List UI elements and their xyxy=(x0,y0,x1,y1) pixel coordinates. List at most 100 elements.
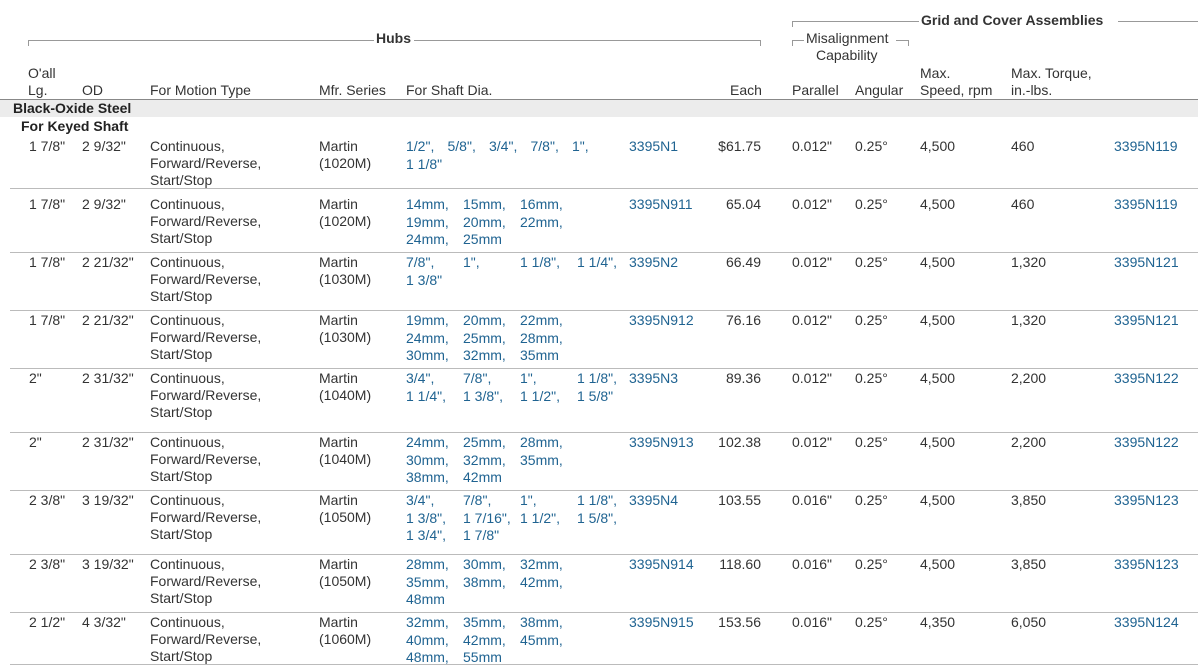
shaft-diameter-link[interactable]: 16mm, xyxy=(520,196,563,214)
shaft-diameter-link[interactable]: 7/8", xyxy=(531,138,559,156)
shaft-diameter-link[interactable]: 32mm, xyxy=(520,556,563,574)
shaft-diameter-link[interactable]: 1 1/8", xyxy=(520,254,560,272)
hub-part-number-link[interactable]: 3395N2 xyxy=(629,254,678,271)
shaft-diameter-link[interactable]: 1 3/8", xyxy=(406,510,446,528)
hub-part-number-link[interactable]: 3395N911 xyxy=(629,196,693,213)
hub-part-number-link[interactable]: 3395N913 xyxy=(629,434,694,451)
grid-part-number-link[interactable]: 3395N121 xyxy=(1114,254,1179,271)
grid-part-number-link[interactable]: 3395N122 xyxy=(1114,370,1179,387)
shaft-diameter-link[interactable]: 20mm, xyxy=(463,214,506,232)
shaft-diameter-link[interactable]: 24mm, xyxy=(406,330,449,348)
hub-part-number-link[interactable]: 3395N4 xyxy=(629,492,678,509)
shaft-diameter-link[interactable]: 35mm xyxy=(520,347,559,365)
shaft-diameter-link[interactable]: 1 1/4", xyxy=(406,388,446,406)
shaft-diameter-link[interactable]: 1/2", xyxy=(406,138,434,156)
shaft-diameter-value: 1" xyxy=(572,138,585,154)
shaft-diameter-value: 7/8" xyxy=(463,492,488,508)
shaft-diameter-link[interactable]: 1 5/8" xyxy=(577,388,613,406)
shaft-diameter-link[interactable]: 30mm, xyxy=(406,347,449,365)
shaft-diameter-link[interactable]: 1 1/8", xyxy=(577,370,617,388)
shaft-diameter-link[interactable]: 1 3/8" xyxy=(406,272,442,290)
shaft-diameter-link[interactable]: 3/4", xyxy=(489,138,517,156)
hub-part-number-link[interactable]: 3395N1 xyxy=(629,138,678,155)
grid-part-number-link[interactable]: 3395N123 xyxy=(1114,556,1179,573)
shaft-diameter-link[interactable]: 32mm, xyxy=(463,452,506,470)
outer-diameter: 3 19/32" xyxy=(82,556,134,572)
mfr-series: Martin (1050M) xyxy=(319,492,371,526)
shaft-diameter-link[interactable]: 7/8", xyxy=(406,254,434,272)
shaft-diameter-link[interactable]: 35mm, xyxy=(463,614,506,632)
shaft-diameter-link[interactable]: 42mm, xyxy=(463,632,506,650)
shaft-diameter-link[interactable]: 1 7/16", xyxy=(463,510,511,528)
grid-group-label: Grid and Cover Assemblies xyxy=(921,12,1104,28)
shaft-diameter-value: 40mm xyxy=(406,631,445,648)
oall-length: 1 7/8" xyxy=(29,138,66,154)
shaft-diameter-link[interactable]: 38mm, xyxy=(520,614,563,632)
shaft-diameter-value: 1 1/8" xyxy=(406,155,443,172)
shaft-diameter-link[interactable]: 19mm, xyxy=(406,312,449,330)
shaft-diameter-link[interactable]: 22mm, xyxy=(520,312,563,330)
parallel-misalignment: 0.012" xyxy=(792,254,833,270)
shaft-diameter-link[interactable]: 28mm, xyxy=(520,434,563,452)
max-torque: 6,050 xyxy=(1011,614,1047,630)
shaft-diameter-link[interactable]: 1 1/8", xyxy=(577,492,617,510)
grid-part-number-link[interactable]: 3395N121 xyxy=(1114,312,1179,329)
motion-type-line: Continuous, xyxy=(150,614,225,630)
grid-part-number-link[interactable]: 3395N119 xyxy=(1114,196,1178,213)
shaft-diameter-link[interactable]: 7/8", xyxy=(463,492,491,510)
shaft-diameter-link[interactable]: 1", xyxy=(572,138,589,156)
shaft-diameter-link[interactable]: 1", xyxy=(463,254,480,272)
shaft-diameter-link[interactable]: 24mm, xyxy=(406,231,449,249)
hub-part-number-link[interactable]: 3395N915 xyxy=(629,614,694,631)
motion-type: Continuous, Forward/Reverse, Start/Stop xyxy=(150,138,261,189)
shaft-diameter-link[interactable]: 15mm, xyxy=(463,196,506,214)
shaft-diameter-link[interactable]: 42mm, xyxy=(520,574,563,592)
shaft-diameter-link[interactable]: 35mm, xyxy=(406,574,449,592)
shaft-diameter-link[interactable]: 28mm, xyxy=(406,556,449,574)
shaft-diameter-link[interactable]: 1 7/8" xyxy=(463,527,499,545)
shaft-diameter-link[interactable]: 1", xyxy=(520,492,537,510)
grid-part-number-link[interactable]: 3395N119 xyxy=(1114,138,1178,155)
shaft-diameter-link[interactable]: 1 5/8", xyxy=(577,510,617,528)
shaft-diameter-link[interactable]: 1 1/4", xyxy=(577,254,617,272)
shaft-diameter-link[interactable]: 32mm, xyxy=(463,347,506,365)
hub-part-number-link[interactable]: 3395N3 xyxy=(629,370,678,387)
shaft-diameter-link[interactable]: 30mm, xyxy=(463,556,506,574)
shaft-diameter-link[interactable]: 24mm, xyxy=(406,434,449,452)
grid-part-number-link[interactable]: 3395N124 xyxy=(1114,614,1179,631)
shaft-diameter-link[interactable]: 38mm, xyxy=(406,469,449,487)
hub-part-number-link[interactable]: 3395N912 xyxy=(629,312,694,329)
shaft-diameter-link[interactable]: 3/4", xyxy=(406,492,434,510)
shaft-diameter-link[interactable]: 1 3/8", xyxy=(463,388,503,406)
mfr-series-line: Martin xyxy=(319,614,358,630)
shaft-diameter-link[interactable]: 25mm xyxy=(463,231,502,249)
shaft-diameter-link[interactable]: 38mm, xyxy=(463,574,506,592)
shaft-diameter-link[interactable]: 7/8", xyxy=(463,370,491,388)
shaft-diameter-link[interactable]: 48mm xyxy=(406,591,445,609)
grid-part-number-link[interactable]: 3395N123 xyxy=(1114,492,1179,509)
shaft-diameter-link[interactable]: 5/8", xyxy=(448,138,476,156)
motion-type-line: Continuous, xyxy=(150,254,225,270)
shaft-diameter-link[interactable]: 35mm, xyxy=(520,452,563,470)
shaft-diameter-link[interactable]: 30mm, xyxy=(406,452,449,470)
shaft-diameter-link[interactable]: 1 1/8" xyxy=(406,156,442,174)
shaft-diameter-link[interactable]: 1", xyxy=(520,370,537,388)
shaft-diameter-link[interactable]: 45mm, xyxy=(520,632,563,650)
shaft-diameter-link[interactable]: 28mm, xyxy=(520,330,563,348)
shaft-diameter-link[interactable]: 32mm, xyxy=(406,614,449,632)
shaft-diameter-link[interactable]: 25mm, xyxy=(463,330,506,348)
shaft-diameter-link[interactable]: 22mm, xyxy=(520,214,563,232)
shaft-diameter-link[interactable]: 1 3/4", xyxy=(406,527,446,545)
shaft-diameter-link[interactable]: 20mm, xyxy=(463,312,506,330)
shaft-diameter-link[interactable]: 25mm, xyxy=(463,434,506,452)
shaft-diameter-link[interactable]: 19mm, xyxy=(406,214,449,232)
shaft-diameter-link[interactable]: 40mm, xyxy=(406,632,449,650)
table-row: 1 7/8" 2 21/32" Continuous, Forward/Reverse… xyxy=(0,253,1198,311)
grid-part-number-link[interactable]: 3395N122 xyxy=(1114,434,1179,451)
shaft-diameter-link[interactable]: 1 1/2", xyxy=(520,388,560,406)
shaft-diameter-link[interactable]: 14mm, xyxy=(406,196,449,214)
shaft-diameter-link[interactable]: 42mm xyxy=(463,469,502,487)
shaft-diameter-link[interactable]: 1 1/2", xyxy=(520,510,560,528)
hub-part-number-link[interactable]: 3395N914 xyxy=(629,556,694,573)
shaft-diameter-link[interactable]: 3/4", xyxy=(406,370,434,388)
